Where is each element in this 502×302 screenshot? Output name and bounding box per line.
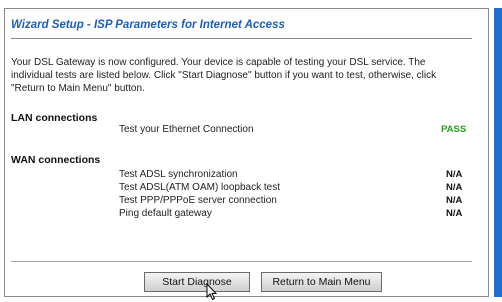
test-result: N/A: [446, 182, 463, 193]
test-label: Test ADSL(ATM OAM) loopback test: [119, 182, 280, 193]
test-label: Test PPP/PPPoE server connection: [119, 195, 277, 206]
page-title: Wizard Setup - ISP Parameters for Intern…: [11, 19, 285, 31]
test-row: Test your Ethernet Connection PASS: [0, 124, 490, 136]
test-label: Test your Ethernet Connection: [119, 124, 254, 135]
mouse-pointer-icon: [206, 283, 218, 301]
footer-divider: [11, 261, 472, 262]
return-to-main-menu-button[interactable]: Return to Main Menu: [261, 272, 382, 292]
test-row: Ping default gateway N/A: [0, 208, 490, 220]
test-result-pass: PASS: [441, 124, 467, 135]
test-result: N/A: [446, 195, 463, 206]
test-row: Test PPP/PPPoE server connection N/A: [0, 195, 490, 207]
test-label: Ping default gateway: [119, 208, 212, 219]
test-result: N/A: [446, 169, 463, 180]
intro-line: "Return to Main Menu" button.: [11, 83, 145, 94]
test-row: Test ADSL synchronization N/A: [0, 169, 490, 181]
intro-text: Your DSL Gateway is now configured. Your…: [11, 56, 481, 95]
wizard-panel: [4, 8, 489, 297]
lan-section-heading: LAN connections: [11, 112, 98, 124]
test-result: N/A: [446, 208, 463, 219]
title-divider: [11, 38, 472, 39]
intro-line: individual tests are listed below. Click…: [11, 70, 437, 81]
test-row: Test ADSL(ATM OAM) loopback test N/A: [0, 182, 490, 194]
wan-section-heading: WAN connections: [11, 154, 101, 166]
test-label: Test ADSL synchronization: [119, 169, 238, 180]
side-accent-strip: [494, 8, 502, 297]
start-diagnose-button[interactable]: Start Diagnose: [144, 272, 250, 292]
intro-line: Your DSL Gateway is now configured. Your…: [11, 57, 426, 68]
